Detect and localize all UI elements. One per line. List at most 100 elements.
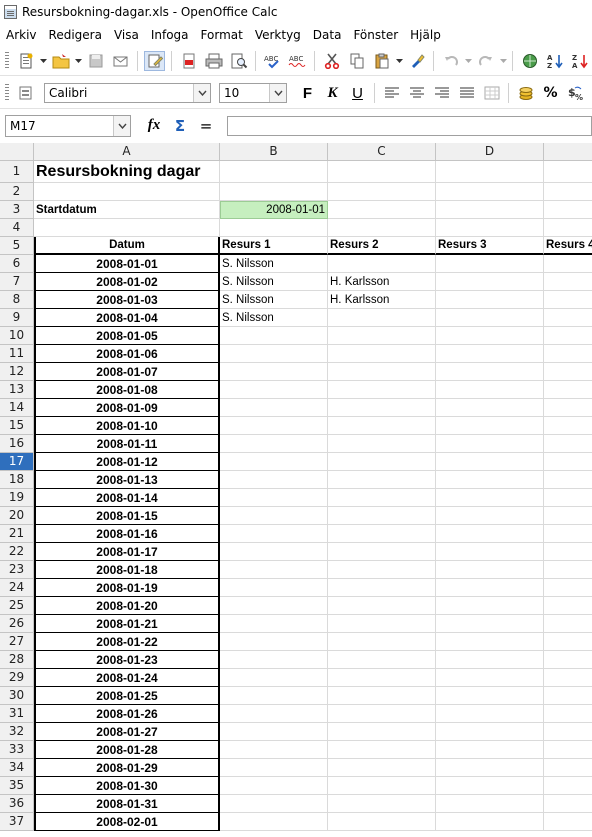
grid-cell[interactable] bbox=[328, 759, 436, 777]
row-header[interactable]: 5 bbox=[0, 237, 34, 255]
date-cell[interactable]: 2008-01-03 bbox=[34, 291, 220, 309]
grid-cell[interactable] bbox=[328, 525, 436, 543]
grid-cell[interactable] bbox=[436, 579, 544, 597]
redo-icon[interactable] bbox=[475, 51, 496, 71]
date-cell[interactable]: 2008-01-10 bbox=[34, 417, 220, 435]
row-header[interactable]: 11 bbox=[0, 345, 34, 363]
date-cell[interactable]: 2008-01-24 bbox=[34, 669, 220, 687]
grid-cell[interactable] bbox=[544, 669, 592, 687]
grid-cell[interactable] bbox=[436, 651, 544, 669]
grid-cell[interactable] bbox=[220, 471, 328, 489]
merge-cells-icon[interactable] bbox=[481, 83, 502, 103]
grid-cell[interactable] bbox=[544, 273, 592, 291]
grid-cell[interactable] bbox=[544, 705, 592, 723]
paste-icon[interactable] bbox=[371, 51, 392, 71]
date-cell[interactable]: 2008-01-29 bbox=[34, 759, 220, 777]
grid-cell[interactable] bbox=[544, 399, 592, 417]
date-cell[interactable]: 2008-01-27 bbox=[34, 723, 220, 741]
grid-cell[interactable] bbox=[544, 381, 592, 399]
grid-cell[interactable] bbox=[220, 651, 328, 669]
startdatum-value[interactable]: 2008-01-01 bbox=[220, 201, 328, 219]
grid-cell[interactable] bbox=[328, 795, 436, 813]
autospellcheck-icon[interactable]: ABC bbox=[287, 51, 308, 71]
grid-cell[interactable] bbox=[436, 777, 544, 795]
clone-formatting-icon[interactable] bbox=[406, 51, 427, 71]
grid-cell[interactable] bbox=[544, 471, 592, 489]
toolbar-grip[interactable] bbox=[5, 52, 9, 70]
grid-cell[interactable] bbox=[220, 579, 328, 597]
grid-cell[interactable] bbox=[436, 255, 544, 273]
row-header[interactable]: 16 bbox=[0, 435, 34, 453]
menu-infoga[interactable]: Infoga bbox=[145, 28, 195, 42]
grid-cell[interactable] bbox=[544, 219, 592, 237]
chevron-down-icon[interactable] bbox=[193, 84, 210, 102]
row-header[interactable]: 19 bbox=[0, 489, 34, 507]
row-header[interactable]: 3 bbox=[0, 201, 34, 219]
date-cell[interactable]: 2008-01-09 bbox=[34, 399, 220, 417]
copy-icon[interactable] bbox=[346, 51, 367, 71]
grid-cell[interactable] bbox=[544, 579, 592, 597]
date-cell[interactable]: 2008-01-13 bbox=[34, 471, 220, 489]
grid-cell[interactable] bbox=[328, 777, 436, 795]
grid-cell[interactable] bbox=[544, 255, 592, 273]
paste-dropdown-arrow-icon[interactable] bbox=[395, 51, 403, 71]
grid-cell[interactable] bbox=[436, 687, 544, 705]
row-header[interactable]: 26 bbox=[0, 615, 34, 633]
grid-cell[interactable] bbox=[544, 687, 592, 705]
grid-cell[interactable] bbox=[436, 597, 544, 615]
date-cell[interactable]: 2008-01-23 bbox=[34, 651, 220, 669]
grid-cell[interactable] bbox=[328, 161, 436, 183]
open-dropdown-arrow-icon[interactable] bbox=[74, 51, 82, 71]
grid-cell[interactable] bbox=[436, 327, 544, 345]
header-cell[interactable]: Datum bbox=[34, 237, 220, 255]
grid-cell[interactable] bbox=[220, 795, 328, 813]
grid-cell[interactable] bbox=[220, 777, 328, 795]
grid-cell[interactable] bbox=[544, 489, 592, 507]
grid-cell[interactable] bbox=[436, 507, 544, 525]
grid-cell[interactable] bbox=[544, 291, 592, 309]
row-header[interactable]: 22 bbox=[0, 543, 34, 561]
row-header[interactable]: 4 bbox=[0, 219, 34, 237]
date-cell[interactable]: 2008-01-16 bbox=[34, 525, 220, 543]
grid-cell[interactable] bbox=[220, 417, 328, 435]
grid-cell[interactable] bbox=[544, 525, 592, 543]
date-cell[interactable]: 2008-01-05 bbox=[34, 327, 220, 345]
grid-cell[interactable] bbox=[220, 759, 328, 777]
formula-input[interactable] bbox=[227, 115, 592, 136]
grid-cell[interactable] bbox=[328, 183, 436, 201]
grid-cell[interactable] bbox=[544, 507, 592, 525]
grid-cell[interactable] bbox=[328, 507, 436, 525]
grid-cell[interactable] bbox=[328, 813, 436, 831]
grid-cell[interactable] bbox=[34, 183, 220, 201]
row-header[interactable]: 30 bbox=[0, 687, 34, 705]
grid-cell[interactable] bbox=[544, 435, 592, 453]
grid-cell[interactable] bbox=[436, 309, 544, 327]
menu-redigera[interactable]: Redigera bbox=[43, 28, 108, 42]
redo-dropdown-arrow-icon[interactable] bbox=[499, 51, 507, 71]
toolbar-grip[interactable] bbox=[5, 84, 9, 102]
grid-cell[interactable] bbox=[220, 363, 328, 381]
print-preview-icon[interactable] bbox=[228, 51, 249, 71]
row-header[interactable]: 14 bbox=[0, 399, 34, 417]
print-icon[interactable] bbox=[203, 51, 224, 71]
export-pdf-icon[interactable] bbox=[178, 51, 199, 71]
grid-cell[interactable] bbox=[544, 633, 592, 651]
sort-descending-icon[interactable]: ZA bbox=[569, 51, 590, 71]
resource-cell[interactable]: H. Karlsson bbox=[328, 273, 436, 291]
date-cell[interactable]: 2008-01-26 bbox=[34, 705, 220, 723]
grid-cell[interactable] bbox=[436, 381, 544, 399]
grid-cell[interactable] bbox=[220, 615, 328, 633]
grid-cell[interactable] bbox=[436, 525, 544, 543]
grid-cell[interactable] bbox=[220, 435, 328, 453]
grid-cell[interactable] bbox=[328, 309, 436, 327]
grid-cell[interactable] bbox=[544, 543, 592, 561]
row-header[interactable]: 36 bbox=[0, 795, 34, 813]
grid-cell[interactable] bbox=[436, 795, 544, 813]
grid-cell[interactable] bbox=[544, 309, 592, 327]
grid-cell[interactable] bbox=[544, 759, 592, 777]
resource-cell[interactable]: S. Nilsson bbox=[220, 309, 328, 327]
grid-cell[interactable] bbox=[220, 345, 328, 363]
startdatum-label[interactable]: Startdatum bbox=[34, 201, 220, 219]
grid-cell[interactable] bbox=[436, 543, 544, 561]
grid-cell[interactable] bbox=[544, 597, 592, 615]
